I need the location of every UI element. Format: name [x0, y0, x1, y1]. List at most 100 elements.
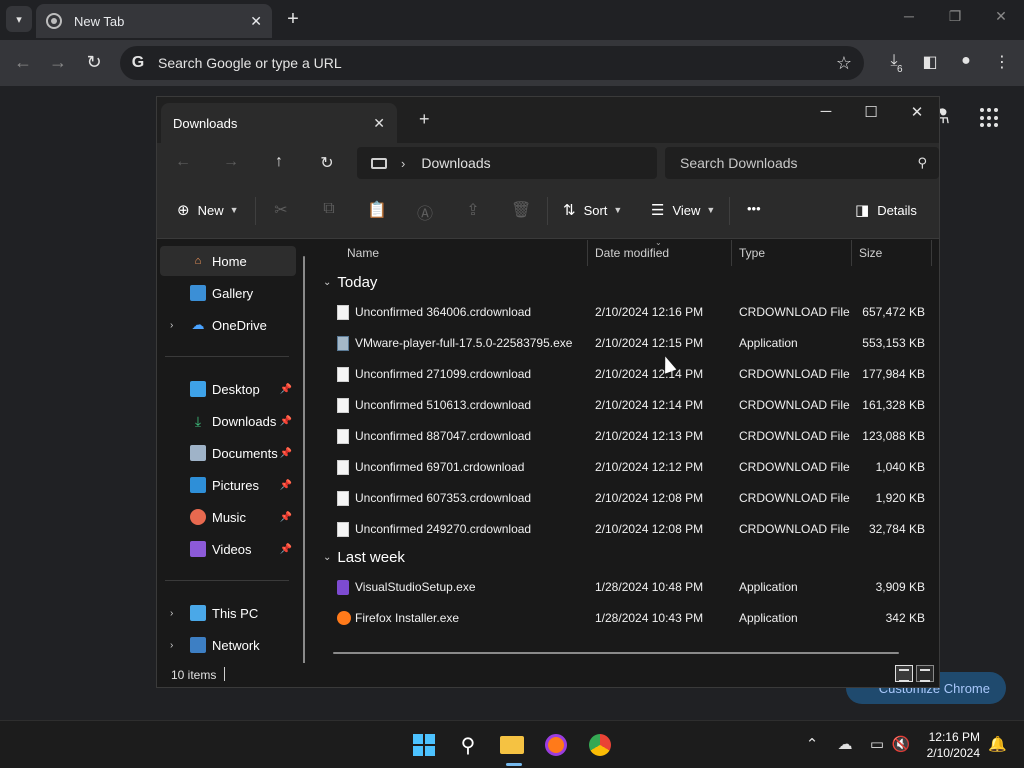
table-row[interactable]: Unconfirmed 607353.crdownload 2/10/2024 …	[315, 483, 935, 514]
details-pane-button[interactable]: ◨ Details	[855, 201, 917, 219]
nav-item-label: OneDrive	[212, 317, 267, 333]
new-button[interactable]: ⊕ New ▼	[177, 201, 239, 219]
show-hidden-icons-chevron-icon[interactable]: ⌃	[801, 735, 823, 753]
column-size[interactable]: Size	[859, 246, 882, 260]
view-button[interactable]: ☰ View ▼	[651, 201, 715, 219]
table-row[interactable]: Unconfirmed 510613.crdownload 2/10/2024 …	[315, 390, 935, 421]
back-arrow-icon[interactable]: ←	[172, 153, 194, 171]
nav-item-music[interactable]: Music 📌	[160, 502, 296, 532]
details-view-icon[interactable]	[895, 665, 913, 682]
network-icon[interactable]: ▭	[866, 735, 888, 753]
onedrive-offline-icon[interactable]: ☁	[834, 735, 856, 753]
breadcrumb-downloads[interactable]: Downloads	[421, 155, 490, 171]
up-arrow-icon[interactable]: ↑	[268, 153, 290, 171]
search-icon[interactable]: ⚲	[454, 731, 482, 759]
address-bar[interactable]: › Downloads	[357, 147, 657, 179]
nav-item-gallery[interactable]: Gallery	[160, 278, 296, 308]
table-row[interactable]: Unconfirmed 271099.crdownload 2/10/2024 …	[315, 359, 935, 390]
tab-search-chevron-icon[interactable]: ▾	[6, 6, 32, 32]
pin-icon[interactable]: 📌	[280, 480, 292, 491]
close-tab-icon[interactable]: ✕	[250, 13, 262, 30]
column-divider[interactable]	[731, 240, 732, 266]
horizontal-scrollbar[interactable]	[333, 652, 899, 654]
google-apps-icon[interactable]	[980, 108, 1000, 128]
divider	[729, 197, 730, 225]
paste-icon[interactable]: 📋	[367, 200, 387, 220]
share-icon[interactable]: ⇪	[463, 200, 483, 220]
file-explorer-icon[interactable]	[498, 731, 526, 759]
refresh-icon[interactable]: ↻	[316, 153, 338, 173]
pin-icon[interactable]: 📌	[280, 416, 292, 427]
pin-icon[interactable]: 📌	[280, 544, 292, 555]
table-row[interactable]: VisualStudioSetup.exe 1/28/2024 10:48 PM…	[315, 572, 935, 603]
expand-chevron-icon[interactable]: ›	[170, 640, 173, 651]
nav-item-this-pc[interactable]: › This PC	[160, 598, 296, 628]
column-type[interactable]: Type	[739, 246, 765, 260]
maximize-icon[interactable]: ☐	[856, 103, 886, 121]
copy-icon[interactable]: ⧉	[319, 200, 339, 218]
pin-icon[interactable]: 📌	[280, 448, 292, 459]
close-tab-icon[interactable]: ✕	[373, 115, 385, 132]
volume-muted-icon[interactable]: 🔇	[890, 735, 912, 753]
side-panel-icon[interactable]: ◧	[919, 52, 941, 72]
column-name[interactable]: Name	[347, 246, 379, 260]
start-windows-icon[interactable]	[410, 731, 438, 759]
table-row[interactable]: Unconfirmed 364006.crdownload 2/10/2024 …	[315, 297, 935, 328]
forward-arrow-icon[interactable]: →	[220, 153, 242, 171]
omnibox[interactable]: G Search Google or type a URL ☆	[120, 46, 864, 80]
back-arrow-icon[interactable]: ←	[12, 52, 34, 73]
sort-button[interactable]: ⇅ Sort ▼	[563, 201, 622, 219]
bookmark-star-icon[interactable]: ☆	[836, 53, 852, 74]
firefox-icon[interactable]	[542, 731, 570, 759]
notification-bell-icon[interactable]: 🔔	[988, 735, 1007, 753]
breadcrumb-chevron-icon[interactable]: ›	[401, 156, 405, 171]
new-tab-plus-icon[interactable]: +	[282, 8, 304, 30]
forward-arrow-icon[interactable]: →	[47, 52, 69, 73]
table-row[interactable]: Unconfirmed 249270.crdownload 2/10/2024 …	[315, 514, 935, 545]
see-more-button[interactable]: •••	[747, 201, 761, 216]
table-row[interactable]: Unconfirmed 887047.crdownload 2/10/2024 …	[315, 421, 935, 452]
close-window-icon[interactable]: ✕	[989, 8, 1013, 25]
nav-item-downloads[interactable]: ⤓ Downloads 📌	[160, 406, 296, 436]
nav-item-documents[interactable]: Documents 📌	[160, 438, 296, 468]
nav-item-desktop[interactable]: Desktop 📌	[160, 374, 296, 404]
delete-icon[interactable]: 🗑	[511, 200, 531, 220]
column-divider[interactable]	[931, 240, 932, 266]
close-window-icon[interactable]: ✕	[902, 103, 932, 121]
profile-icon[interactable]: ●	[955, 52, 977, 70]
omnibox-placeholder[interactable]: Search Google or type a URL	[158, 55, 836, 71]
rename-icon[interactable]: Ⓐ	[415, 200, 435, 224]
group-header-last-week[interactable]: ⌄ Last week	[323, 549, 405, 566]
nav-item-network[interactable]: › Network	[160, 630, 296, 660]
reload-icon[interactable]: ↻	[83, 52, 105, 73]
chrome-icon[interactable]	[586, 731, 614, 759]
column-divider[interactable]	[587, 240, 588, 266]
search-downloads-input[interactable]: Search Downloads ⚲	[665, 147, 939, 179]
expand-chevron-icon[interactable]: ›	[170, 320, 173, 331]
explorer-tab-downloads[interactable]: Downloads ✕	[161, 103, 397, 143]
nav-item-onedrive[interactable]: › ☁ OneDrive	[160, 310, 296, 340]
restore-icon[interactable]: ❐	[943, 8, 967, 25]
column-date-modified[interactable]: Date modified	[595, 246, 669, 260]
chrome-tab-new-tab[interactable]: New Tab ✕	[36, 4, 272, 38]
table-row[interactable]: Firefox Installer.exe 1/28/2024 10:43 PM…	[315, 603, 935, 634]
cut-icon[interactable]: ✂	[271, 200, 291, 220]
nav-item-pictures[interactable]: Pictures 📌	[160, 470, 296, 500]
group-header-today[interactable]: ⌄ Today	[323, 274, 377, 291]
chrome-menu-icon[interactable]: ⋮	[991, 52, 1013, 72]
nav-scrollbar[interactable]	[303, 256, 305, 666]
column-divider[interactable]	[851, 240, 852, 266]
details-pane-icon: ◨	[855, 202, 870, 219]
minimize-icon[interactable]: ─	[811, 103, 841, 120]
system-clock[interactable]: 12:16 PM 2/10/2024	[918, 729, 980, 761]
expand-chevron-icon[interactable]: ›	[170, 608, 173, 619]
nav-item-home[interactable]: ⌂ Home	[160, 246, 296, 276]
pin-icon[interactable]: 📌	[280, 384, 292, 395]
tiles-view-icon[interactable]	[916, 665, 934, 682]
pin-icon[interactable]: 📌	[280, 512, 292, 523]
new-tab-plus-icon[interactable]: +	[419, 109, 430, 130]
table-row[interactable]: Unconfirmed 69701.crdownload 2/10/2024 1…	[315, 452, 935, 483]
nav-item-videos[interactable]: Videos 📌	[160, 534, 296, 564]
table-row[interactable]: VMware-player-full-17.5.0-22583795.exe 2…	[315, 328, 935, 359]
minimize-icon[interactable]: ─	[897, 8, 921, 24]
